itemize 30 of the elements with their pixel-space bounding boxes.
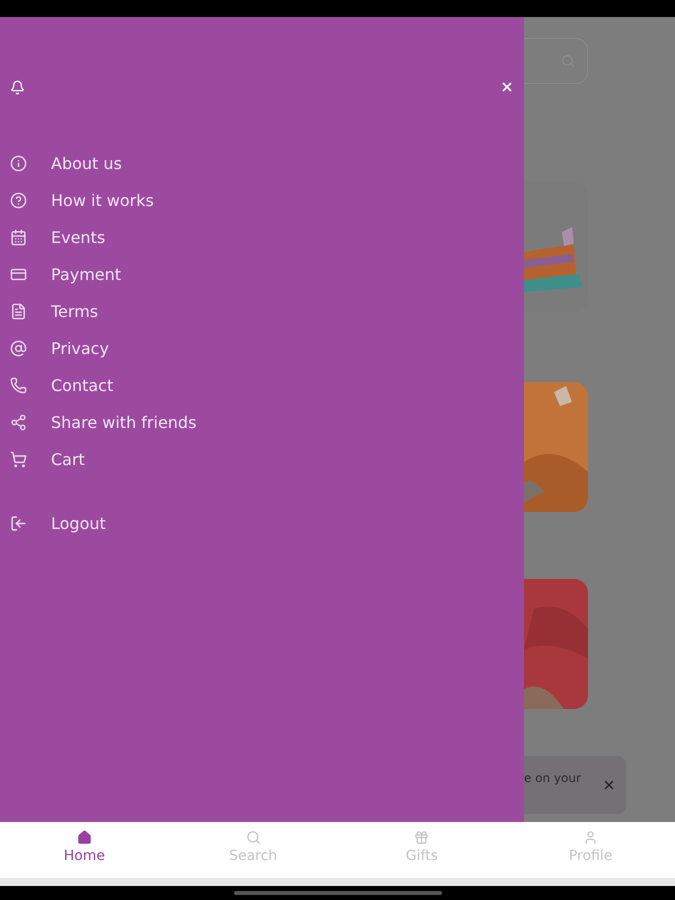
tab[interactable]: Home <box>0 822 169 878</box>
menu-item[interactable]: Privacy <box>10 330 514 367</box>
phone-icon <box>10 377 27 394</box>
close-button[interactable] <box>500 80 514 94</box>
exit-icon <box>10 515 27 532</box>
toast-text: e on your <box>524 771 581 785</box>
menu-item[interactable]: About us <box>10 145 514 182</box>
credit-card-icon <box>10 266 27 283</box>
menu-item[interactable]: Events <box>10 219 514 256</box>
document-icon <box>10 303 27 320</box>
home-icon <box>76 830 92 845</box>
menu-item[interactable]: Payment <box>10 256 514 293</box>
share-icon <box>10 414 27 431</box>
search-icon <box>246 830 261 845</box>
menu-item[interactable]: Terms <box>10 293 514 330</box>
user-icon <box>583 830 598 845</box>
at-sign-icon <box>10 340 27 357</box>
menu-item[interactable]: Cart <box>10 441 514 478</box>
bell-icon[interactable] <box>10 80 25 94</box>
info-icon <box>10 155 27 172</box>
cart-icon <box>10 451 27 468</box>
menu-item[interactable]: How it works <box>10 182 514 219</box>
logout-link[interactable]: Logout <box>10 505 514 542</box>
calendar-icon <box>10 229 27 246</box>
help-icon <box>10 192 27 209</box>
search-field[interactable] <box>524 38 588 84</box>
menu-item[interactable]: Share with friends <box>10 404 514 441</box>
gift-icon <box>414 830 430 845</box>
menu-item[interactable]: Contact <box>10 367 514 404</box>
close-icon[interactable] <box>602 778 616 792</box>
